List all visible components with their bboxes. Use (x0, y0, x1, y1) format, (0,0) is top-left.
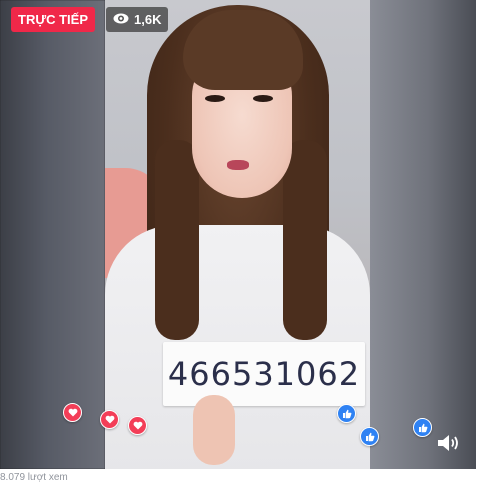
view-count-caption: 8.079 lượt xem (0, 472, 68, 483)
person-hand (193, 395, 235, 465)
live-badge: TRỰC TIẾP (11, 7, 96, 32)
video-blurred-side-left (0, 0, 105, 469)
thumbs-up-icon (413, 418, 432, 437)
heart-icon (63, 403, 82, 422)
video-blurred-side-right (370, 0, 476, 469)
thumbs-up-icon (360, 427, 379, 446)
heart-icon (100, 410, 119, 429)
handwritten-sign: 466531062 (163, 342, 365, 406)
person-hair-left (155, 140, 199, 340)
eye-icon (113, 7, 129, 32)
video-frame[interactable]: 466531062 (105, 0, 370, 469)
person-eye-right (253, 95, 273, 102)
person-bangs (183, 10, 303, 90)
person-mouth (227, 160, 249, 170)
live-video-player[interactable]: 466531062 TRỰC TIẾP 1,6K (0, 0, 476, 469)
thumbs-up-icon (337, 404, 356, 423)
viewer-count: 1,6K (134, 12, 162, 27)
person-hair-right (283, 140, 327, 340)
person-eye-left (205, 95, 225, 102)
speaker-volume-icon[interactable] (436, 432, 462, 454)
heart-icon (128, 416, 147, 435)
viewer-count-badge: 1,6K (106, 7, 169, 32)
